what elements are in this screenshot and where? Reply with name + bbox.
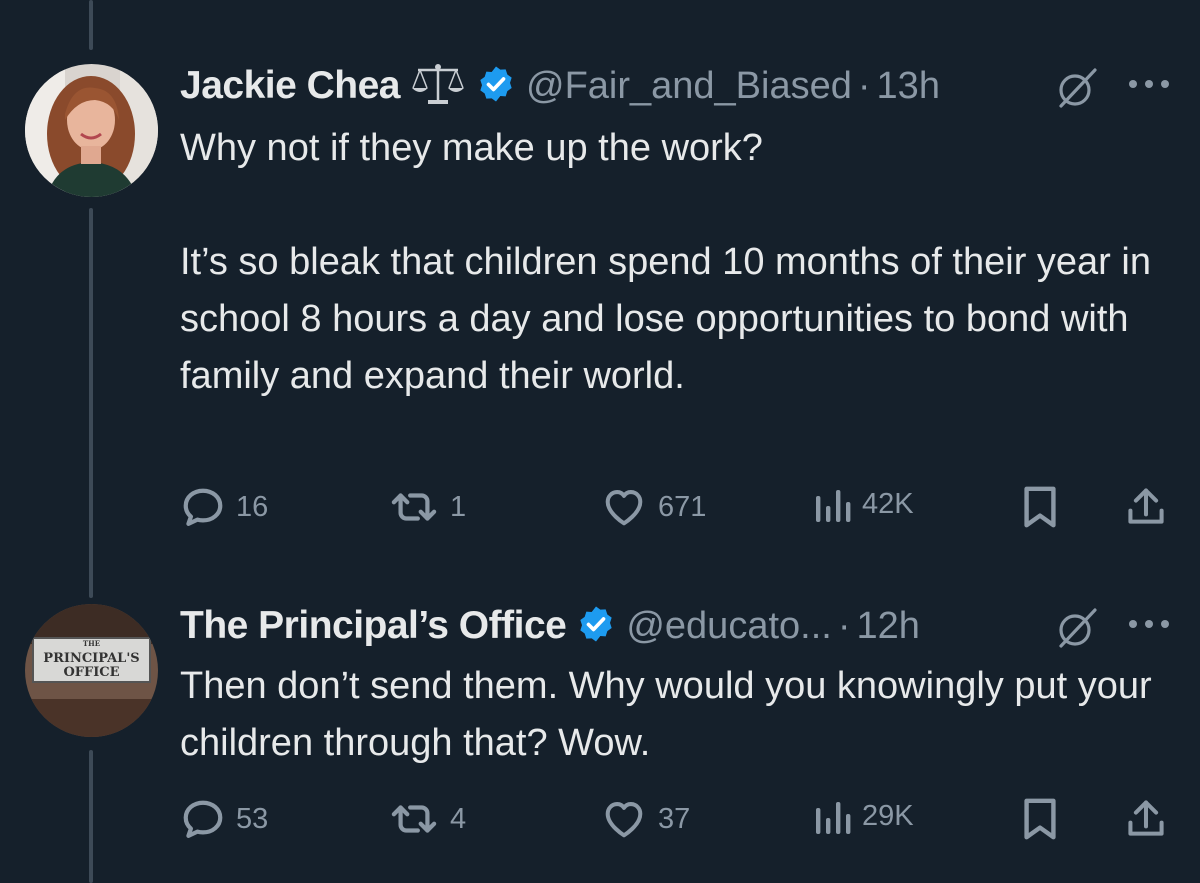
view-count: 29K — [862, 799, 914, 832]
like-count: 671 — [658, 490, 707, 523]
share-button[interactable] — [1124, 484, 1168, 530]
avatar[interactable]: THE PRINCIPAL'S OFFICE — [25, 604, 158, 737]
separator-dot: · — [857, 64, 871, 107]
views-icon — [816, 490, 851, 522]
reply-button[interactable]: 16 — [180, 484, 268, 530]
timestamp[interactable]: 12h — [856, 605, 919, 648]
bookmark-icon — [1024, 486, 1056, 528]
repost-button[interactable]: 1 — [388, 484, 466, 530]
tweet-header: Jackie Chea @Fair_and_Biased · 13h — [180, 58, 940, 114]
bookmark-button[interactable] — [1020, 484, 1060, 530]
reply-icon — [183, 800, 223, 838]
reply-icon — [183, 488, 223, 526]
tweet-text: Why not if they make up the work? It’s s… — [180, 127, 1151, 397]
bookmark-button[interactable] — [1020, 796, 1060, 842]
display-name[interactable]: The Principal’s Office — [180, 604, 567, 648]
thread-line-bottom — [89, 750, 93, 883]
avatar-sign-small: THE — [83, 639, 100, 648]
repost-icon — [391, 805, 437, 833]
avatar[interactable] — [25, 64, 158, 197]
thread-line-top — [89, 0, 93, 50]
reply-button[interactable]: 53 — [180, 796, 268, 842]
separator-dot: · — [837, 604, 851, 647]
display-name[interactable]: Jackie Chea — [180, 64, 401, 108]
tweet-header: The Principal’s Office @educato... · 12h — [180, 598, 920, 654]
share-button[interactable] — [1124, 796, 1168, 842]
timestamp[interactable]: 13h — [877, 65, 940, 108]
views-button[interactable]: 42K — [812, 484, 914, 524]
verified-icon — [576, 604, 616, 649]
more-icon[interactable] — [1126, 614, 1172, 639]
avatar-sign-sub: OFFICE — [63, 665, 119, 680]
thread-line-middle — [89, 208, 93, 598]
handle[interactable]: @educato... — [626, 605, 831, 648]
repost-button[interactable]: 4 — [388, 796, 466, 842]
scale-icon — [410, 62, 466, 111]
like-button[interactable]: 671 — [600, 484, 706, 530]
views-icon — [816, 802, 851, 834]
bookmark-icon — [1024, 798, 1056, 840]
tweet-text: Then don’t send them. Why would you know… — [180, 665, 1163, 764]
grok-icon[interactable] — [1055, 606, 1099, 655]
views-button[interactable]: 29K — [812, 796, 914, 836]
view-count: 42K — [862, 487, 914, 520]
repost-icon — [391, 493, 437, 521]
verified-icon — [476, 64, 516, 109]
more-icon[interactable] — [1126, 74, 1172, 99]
like-count: 37 — [658, 802, 691, 835]
repost-count: 1 — [450, 490, 467, 523]
action-bar: 53 4 37 29K — [180, 796, 1180, 846]
avatar-sign-main: PRINCIPAL'S — [43, 651, 139, 666]
reply-count: 53 — [236, 802, 269, 835]
action-bar: 16 1 671 42K — [180, 484, 1180, 534]
handle[interactable]: @Fair_and_Biased — [526, 65, 852, 108]
heart-icon — [605, 490, 643, 526]
reply-count: 16 — [236, 490, 269, 523]
like-button[interactable]: 37 — [600, 796, 690, 842]
heart-icon — [605, 802, 643, 838]
grok-icon[interactable] — [1055, 66, 1099, 115]
repost-count: 4 — [450, 802, 467, 835]
share-icon — [1128, 488, 1164, 524]
share-icon — [1128, 800, 1164, 836]
